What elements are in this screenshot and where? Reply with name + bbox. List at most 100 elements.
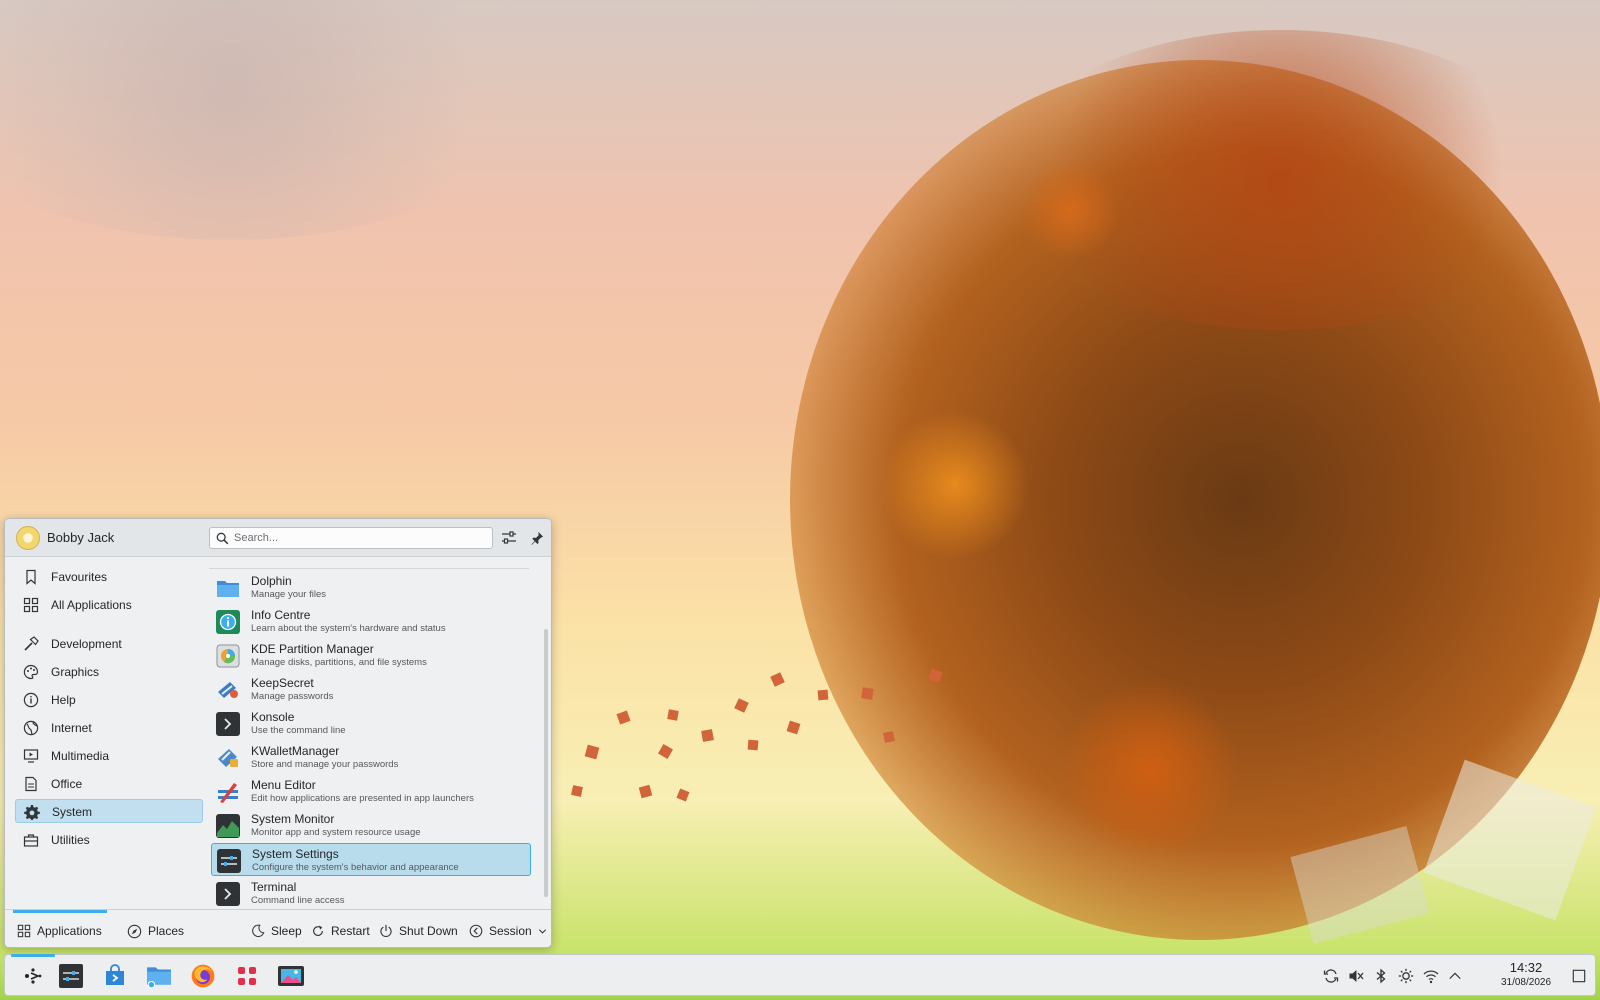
- taskbar-firefox[interactable]: [189, 962, 217, 990]
- bluetooth-icon: [1376, 968, 1386, 984]
- app-description: Configure the system's behavior and appe…: [252, 862, 459, 873]
- session-button[interactable]: Session: [469, 922, 547, 940]
- category-list: Favourites All Applications Development: [11, 559, 205, 904]
- firefox-icon: [191, 964, 215, 988]
- taskbar: 14:32 31/08/2026: [4, 954, 1596, 996]
- clock-date[interactable]: 31/08/2026: [1493, 977, 1559, 988]
- app-item-keepsecret[interactable]: KeepSecret Manage passwords: [211, 673, 531, 706]
- tray-volume-button[interactable]: [1348, 968, 1364, 984]
- app-item-terminal[interactable]: Terminal Command line access: [211, 877, 531, 907]
- category-favourites[interactable]: Favourites: [15, 565, 203, 589]
- app-item-menu-editor[interactable]: Menu Editor Edit how applications are pr…: [211, 775, 531, 808]
- app-description: Edit how applications are presented in a…: [251, 793, 474, 804]
- taskbar-system-settings[interactable]: [57, 962, 85, 990]
- app-item-system-settings[interactable]: System Settings Configure the system's b…: [211, 843, 531, 876]
- category-label: System: [52, 805, 93, 819]
- category-label: Help: [51, 693, 76, 707]
- category-label: All Applications: [51, 598, 132, 612]
- category-all-applications[interactable]: All Applications: [15, 593, 203, 617]
- app-item-info-centre[interactable]: Info Centre Learn about the system's har…: [211, 605, 531, 638]
- show-desktop-button[interactable]: [1571, 968, 1587, 984]
- disk-icon: [216, 644, 240, 668]
- pin-icon: [531, 531, 544, 545]
- tray-network-button[interactable]: [1423, 968, 1439, 984]
- tab-applications-label: Applications: [37, 924, 102, 938]
- keys-icon: [218, 682, 238, 698]
- shut-down-label: Shut Down: [399, 924, 458, 938]
- restart-label: Restart: [331, 924, 370, 938]
- app-name: System Settings: [252, 847, 339, 861]
- launcher-button[interactable]: [11, 954, 55, 990]
- category-label: Multimedia: [51, 749, 110, 763]
- globe-icon: [23, 720, 39, 736]
- session-icon: [469, 924, 483, 938]
- tray-expand-button[interactable]: [1447, 968, 1463, 984]
- tab-places[interactable]: Places: [127, 922, 184, 940]
- app-description: Use the command line: [251, 725, 346, 736]
- volume-muted-icon: [1349, 970, 1364, 982]
- restart-icon: [313, 925, 323, 936]
- terminal-icon: [216, 882, 240, 906]
- filter-button[interactable]: [499, 528, 519, 548]
- app-item-kwalletmanager[interactable]: KWalletManager Store and manage your pas…: [211, 741, 531, 774]
- tab-places-label: Places: [148, 924, 185, 938]
- taskbar-image-viewer[interactable]: [277, 962, 305, 990]
- info-icon: [23, 692, 39, 708]
- application-list[interactable]: Dolphin Manage your files Info Centre Le…: [209, 559, 543, 907]
- wallet-icon: [218, 749, 238, 767]
- pin-button[interactable]: [527, 528, 547, 548]
- category-label: Office: [51, 777, 83, 791]
- app-item-system-monitor[interactable]: System Monitor Monitor app and system re…: [211, 809, 531, 842]
- search-icon: [216, 532, 229, 545]
- category-office[interactable]: Office: [15, 772, 203, 796]
- category-label: Internet: [51, 721, 92, 735]
- tray-bluetooth-button[interactable]: [1373, 968, 1389, 984]
- wifi-icon: [1423, 970, 1439, 984]
- tray-brightness-button[interactable]: [1398, 968, 1414, 984]
- sliders-icon: [502, 531, 516, 544]
- category-utilities[interactable]: Utilities: [15, 828, 203, 852]
- moon-icon: [252, 924, 265, 938]
- app-item-kde-partition-manager[interactable]: KDE Partition Manager Manage disks, part…: [211, 639, 531, 672]
- category-internet[interactable]: Internet: [15, 716, 203, 740]
- app-name: Konsole: [251, 710, 295, 724]
- app-description: Manage your files: [251, 589, 326, 600]
- taskbar-discover[interactable]: [101, 962, 129, 990]
- launcher-header: Bobby Jack: [5, 519, 551, 557]
- session-label: Session: [489, 924, 532, 938]
- search-input[interactable]: [234, 529, 488, 547]
- active-tab-indicator: [13, 910, 107, 913]
- app-store-icon: [106, 964, 124, 985]
- sleep-button[interactable]: Sleep: [251, 922, 302, 940]
- power-icon: [380, 924, 392, 937]
- grid-icon: [17, 924, 31, 938]
- taskbar-dolphin[interactable]: [145, 962, 173, 990]
- palette-icon: [23, 664, 39, 680]
- terminal-icon: [216, 712, 240, 736]
- tab-applications[interactable]: Applications: [17, 922, 102, 940]
- category-system[interactable]: System: [15, 799, 203, 823]
- launcher-footer: Applications Places Sleep Restart Shut D…: [5, 909, 551, 947]
- category-help[interactable]: Help: [15, 688, 203, 712]
- search-box[interactable]: [209, 527, 493, 549]
- category-development[interactable]: Development: [15, 632, 203, 656]
- shut-down-button[interactable]: Shut Down: [379, 922, 458, 940]
- app-name: Menu Editor: [251, 778, 316, 792]
- bookmark-icon: [26, 569, 36, 585]
- restart-button[interactable]: Restart: [311, 922, 370, 940]
- scrollbar[interactable]: [544, 629, 548, 897]
- taskbar-app-grid[interactable]: [233, 962, 261, 990]
- category-graphics[interactable]: Graphics: [15, 660, 203, 684]
- application-launcher: Bobby Jack F: [4, 518, 552, 948]
- category-multimedia[interactable]: Multimedia: [15, 744, 203, 768]
- app-grid-icon: [238, 967, 256, 985]
- avatar[interactable]: [16, 526, 40, 550]
- app-description: Monitor app and system resource usage: [251, 827, 421, 838]
- user-name: Bobby Jack: [47, 530, 115, 545]
- tray-update-icon-button[interactable]: [1323, 968, 1339, 984]
- app-item-dolphin[interactable]: Dolphin Manage your files: [211, 571, 531, 604]
- clock-time[interactable]: 14:32: [1493, 960, 1559, 975]
- gear-icon: [24, 805, 40, 820]
- app-name: KWalletManager: [251, 744, 340, 758]
- app-item-konsole[interactable]: Konsole Use the command line: [211, 707, 531, 740]
